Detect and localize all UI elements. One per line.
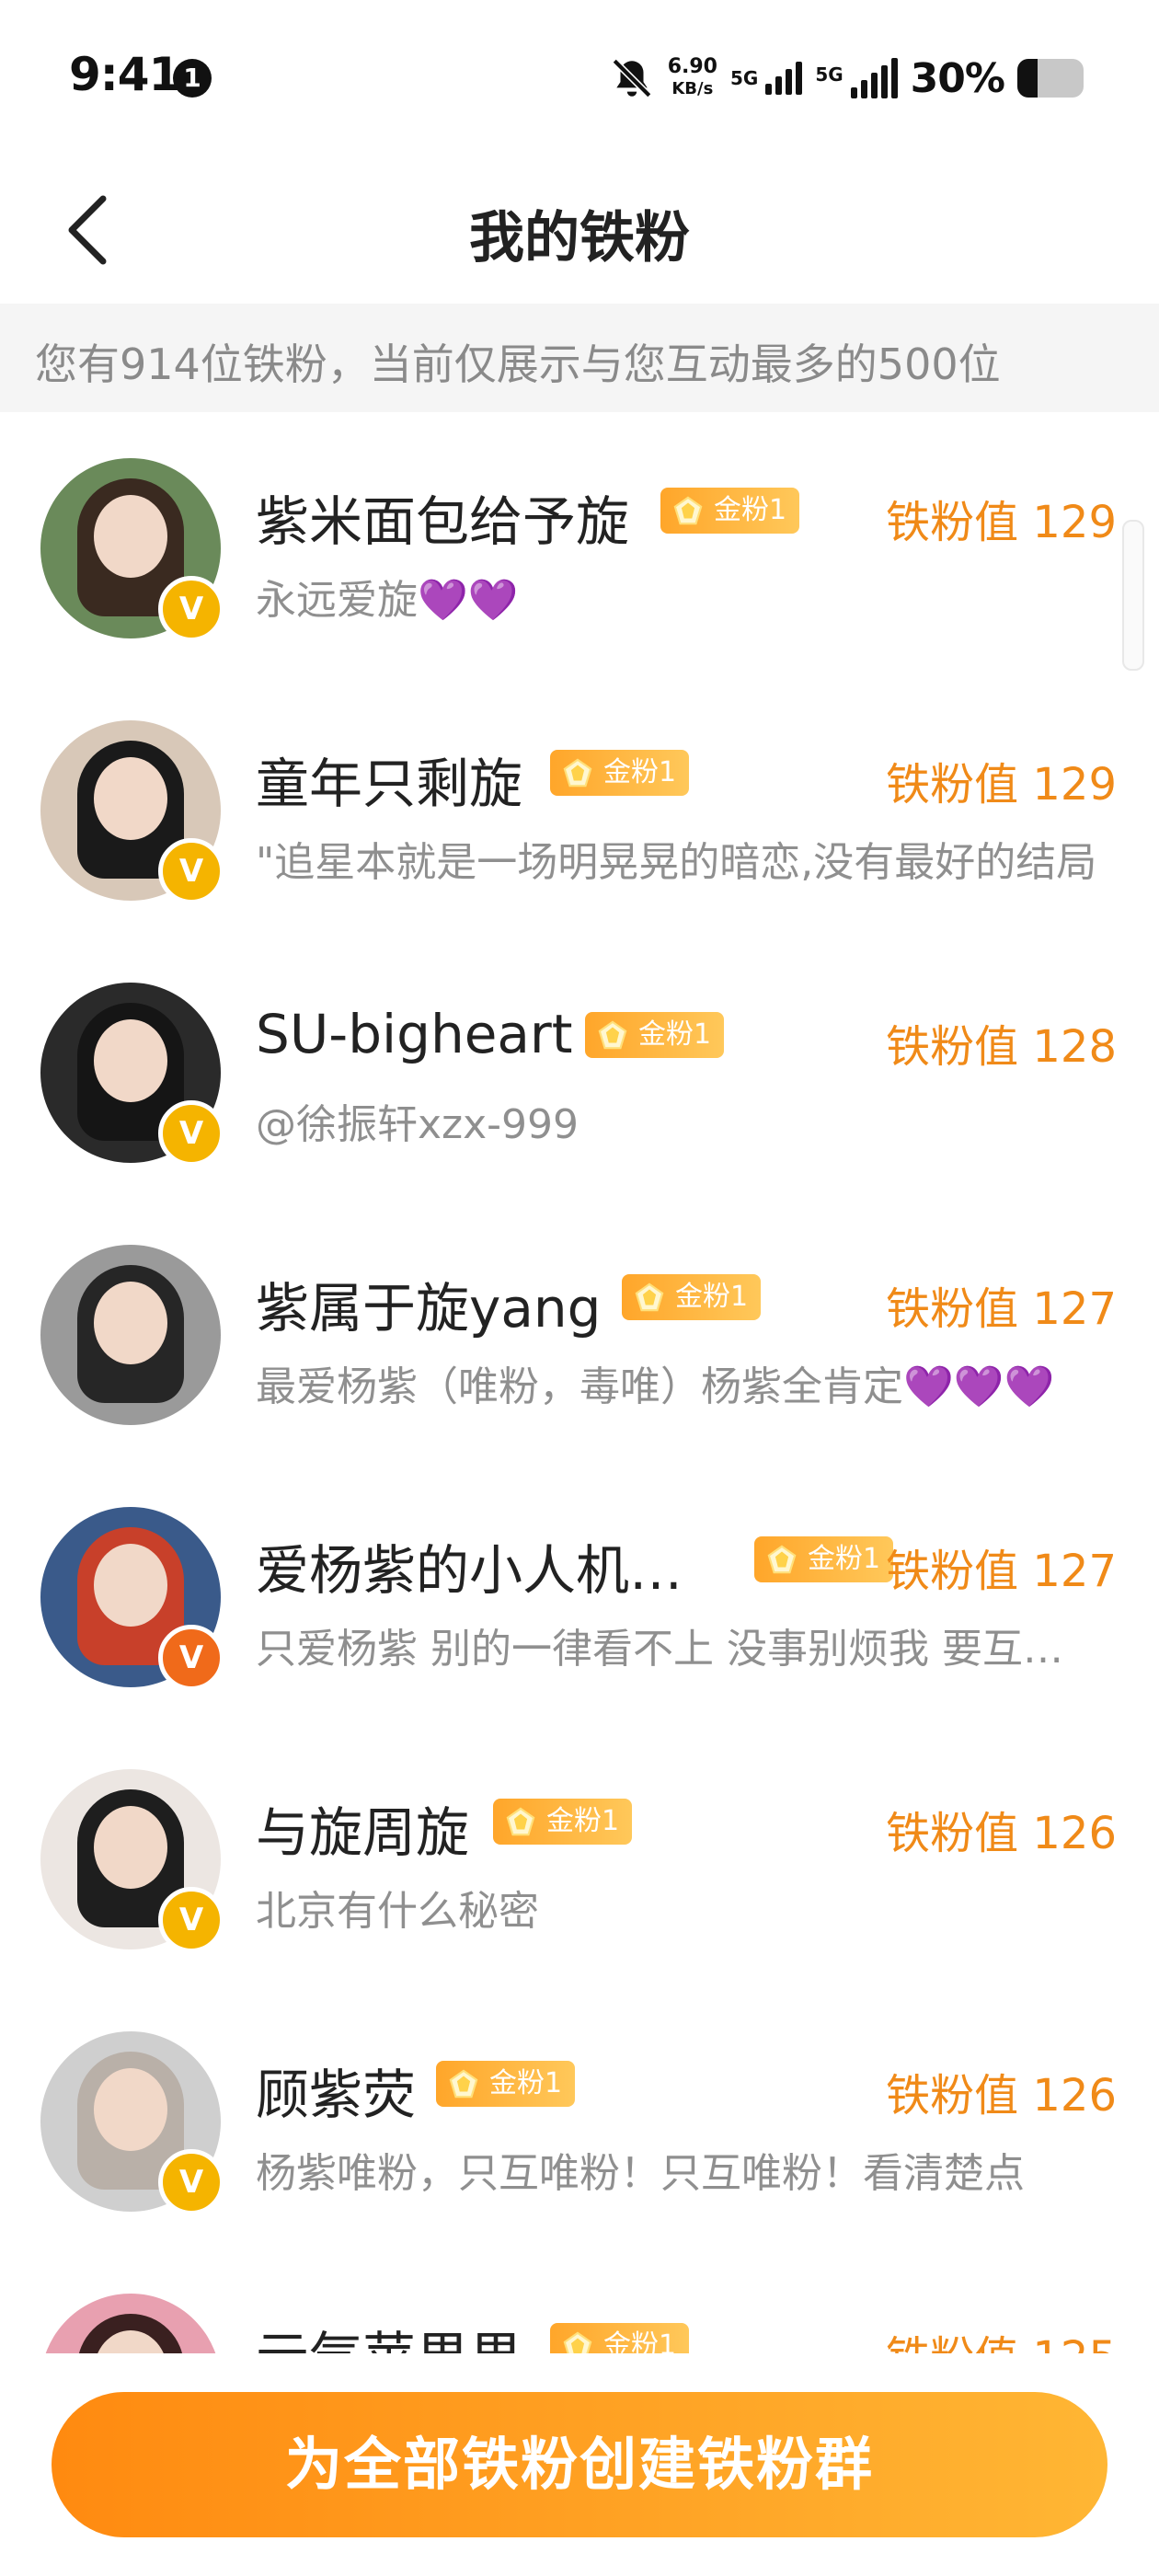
fan-name: 紫米面包给予旋 bbox=[256, 490, 630, 553]
fan-bio: "追星本就是一场明晃晃的暗恋,没有最好的结局 bbox=[256, 839, 1097, 886]
fan-level-label: 金粉1 bbox=[489, 2067, 563, 2099]
fan-name: 元气苹果果 bbox=[256, 2314, 522, 2353]
fan-level-badge: 金粉1 bbox=[660, 488, 800, 534]
fan-list-item[interactable]: 紫属于旋yang 金粉1 铁粉值 127 最爱杨紫（唯粉，毒唯）杨紫全肯定💜💜💜 bbox=[0, 1199, 1159, 1461]
fan-name: 爱杨紫的小人机… bbox=[256, 1539, 683, 1602]
gem-icon bbox=[673, 496, 703, 525]
fan-list-item[interactable]: V 顾紫荧 金粉1 铁粉值 126 杨紫唯粉，只互唯粉！只互唯粉！看清楚点 bbox=[0, 1985, 1159, 2248]
nav-bar: 我的铁粉 bbox=[0, 156, 1159, 304]
gem-icon bbox=[598, 1020, 627, 1050]
fan-level-badge: 金粉1 bbox=[754, 1536, 894, 1582]
fan-level-badge: 金粉1 bbox=[550, 2323, 690, 2353]
fan-bio: 杨紫唯粉，只互唯粉！只互唯粉！看清楚点 bbox=[256, 2150, 1025, 2197]
avatar[interactable] bbox=[40, 1245, 221, 1425]
verified-badge-icon: V bbox=[158, 2149, 224, 2215]
notification-count-badge: 1 bbox=[173, 59, 212, 98]
fan-bio: 只爱杨紫 别的一律看不上 没事别烦我 要互关的 bbox=[256, 1626, 1102, 1673]
fan-value: 铁粉值 126 bbox=[886, 2070, 1117, 2122]
verified-badge-icon: V bbox=[158, 1100, 224, 1167]
avatar[interactable] bbox=[40, 2294, 221, 2353]
fan-level-label: 金粉1 bbox=[675, 1281, 749, 1313]
fan-list-item[interactable]: V 紫米面包给予旋 金粉1 铁粉值 129 永远爱旋💜💜 bbox=[0, 412, 1159, 674]
verified-badge-icon: V bbox=[158, 576, 224, 642]
page-title: 我的铁粉 bbox=[469, 206, 690, 270]
fan-list-item[interactable]: 元气苹果果 金粉1 铁粉值 125 bbox=[0, 2248, 1159, 2353]
fan-level-label: 金粉1 bbox=[808, 1543, 881, 1575]
fan-bio: @徐振轩xzx-999 bbox=[256, 1101, 580, 1148]
fan-value: 铁粉值 129 bbox=[886, 759, 1117, 811]
gem-icon bbox=[563, 758, 592, 788]
fan-value: 铁粉值 128 bbox=[886, 1021, 1117, 1073]
fan-name: 童年只剩旋 bbox=[256, 753, 523, 815]
battery-percent: 30% bbox=[910, 54, 1005, 102]
fan-level-badge: 金粉1 bbox=[550, 750, 690, 796]
verified-badge-icon: V bbox=[158, 1625, 224, 1691]
fan-name: 紫属于旋yang bbox=[256, 1277, 602, 1340]
fan-name: 顾紫荧 bbox=[256, 2064, 417, 2126]
fan-bio: 北京有什么秘密 bbox=[256, 1888, 539, 1935]
verified-badge-icon: V bbox=[158, 1887, 224, 1953]
fan-level-label: 金粉1 bbox=[546, 1805, 620, 1837]
status-bar: 9:41 1 6.90 KB/s 5G 5G 30% bbox=[0, 0, 1159, 156]
fan-value: 铁粉值 125 bbox=[886, 2321, 1117, 2353]
fan-value: 铁粉值 129 bbox=[886, 497, 1117, 548]
gem-icon bbox=[449, 2069, 478, 2099]
signal-icon: 5G bbox=[815, 58, 898, 98]
battery-icon bbox=[1017, 59, 1084, 98]
signal-icon: 5G bbox=[729, 62, 803, 95]
gem-icon bbox=[563, 2331, 592, 2353]
fan-level-label: 金粉1 bbox=[714, 494, 787, 526]
bell-off-icon bbox=[612, 58, 652, 98]
fan-value: 铁粉值 127 bbox=[886, 1283, 1117, 1335]
fan-level-badge: 金粉1 bbox=[436, 2061, 576, 2107]
fan-level-badge: 金粉1 bbox=[585, 1012, 725, 1058]
fan-name: SU-bigheart bbox=[256, 1003, 573, 1065]
fan-value: 铁粉值 127 bbox=[886, 1546, 1117, 1597]
network-speed-unit: KB/s bbox=[671, 79, 714, 98]
network-speed-value: 6.90 bbox=[667, 55, 717, 78]
fan-list-item[interactable]: V 与旋周旋 金粉1 铁粉值 126 北京有什么秘密 bbox=[0, 1723, 1159, 1985]
gem-icon bbox=[635, 1282, 664, 1312]
fan-level-label: 金粉1 bbox=[603, 756, 677, 788]
bottom-action-bar: 为全部铁粉创建铁粉群 bbox=[0, 2353, 1159, 2576]
fan-level-badge: 金粉1 bbox=[493, 1799, 633, 1845]
fan-count-notice-text: 您有914位铁粉，当前仅展示与您互动最多的500位 bbox=[35, 339, 1001, 389]
fan-name: 与旋周旋 bbox=[256, 1801, 470, 1864]
fan-level-badge: 金粉1 bbox=[622, 1274, 762, 1320]
signal-label: 5G bbox=[729, 67, 759, 89]
fan-list-item[interactable]: V SU-bigheart 金粉1 铁粉值 128 @徐振轩xzx-999 bbox=[0, 937, 1159, 1199]
scrollbar[interactable] bbox=[1122, 520, 1144, 671]
verified-badge-icon: V bbox=[158, 838, 224, 904]
gem-icon bbox=[506, 1807, 535, 1836]
fan-level-label: 金粉1 bbox=[638, 1018, 712, 1051]
status-icons: 6.90 KB/s 5G 5G 30% bbox=[609, 46, 1084, 110]
network-speed: 6.90 KB/s bbox=[668, 56, 717, 100]
fan-bio: 最爱杨紫（唯粉，毒唯）杨紫全肯定💜💜💜 bbox=[256, 1363, 1055, 1410]
gem-icon bbox=[767, 1545, 797, 1574]
fan-list-item[interactable]: V 爱杨紫的小人机… 金粉1 铁粉值 127 只爱杨紫 别的一律看不上 没事别烦我 要互… bbox=[0, 1461, 1159, 1723]
fan-count-notice: 您有914位铁粉，当前仅展示与您互动最多的500位 bbox=[0, 304, 1159, 412]
signal-label: 5G bbox=[815, 63, 843, 86]
fan-list[interactable]: V 紫米面包给予旋 金粉1 铁粉值 129 永远爱旋💜💜 V 童年只剩旋 金粉1 铁粉值 129… bbox=[0, 412, 1159, 2353]
fan-list-item[interactable]: V 童年只剩旋 金粉1 铁粉值 129 "追星本就是一场明晃晃的暗恋,没有最好的结局 bbox=[0, 674, 1159, 937]
fan-bio: 永远爱旋💜💜 bbox=[256, 577, 519, 624]
create-fan-group-button[interactable]: 为全部铁粉创建铁粉群 bbox=[52, 2392, 1107, 2537]
fan-level-label: 金粉1 bbox=[603, 2329, 677, 2353]
clock: 9:41 bbox=[69, 48, 180, 101]
fan-value: 铁粉值 126 bbox=[886, 1808, 1117, 1859]
